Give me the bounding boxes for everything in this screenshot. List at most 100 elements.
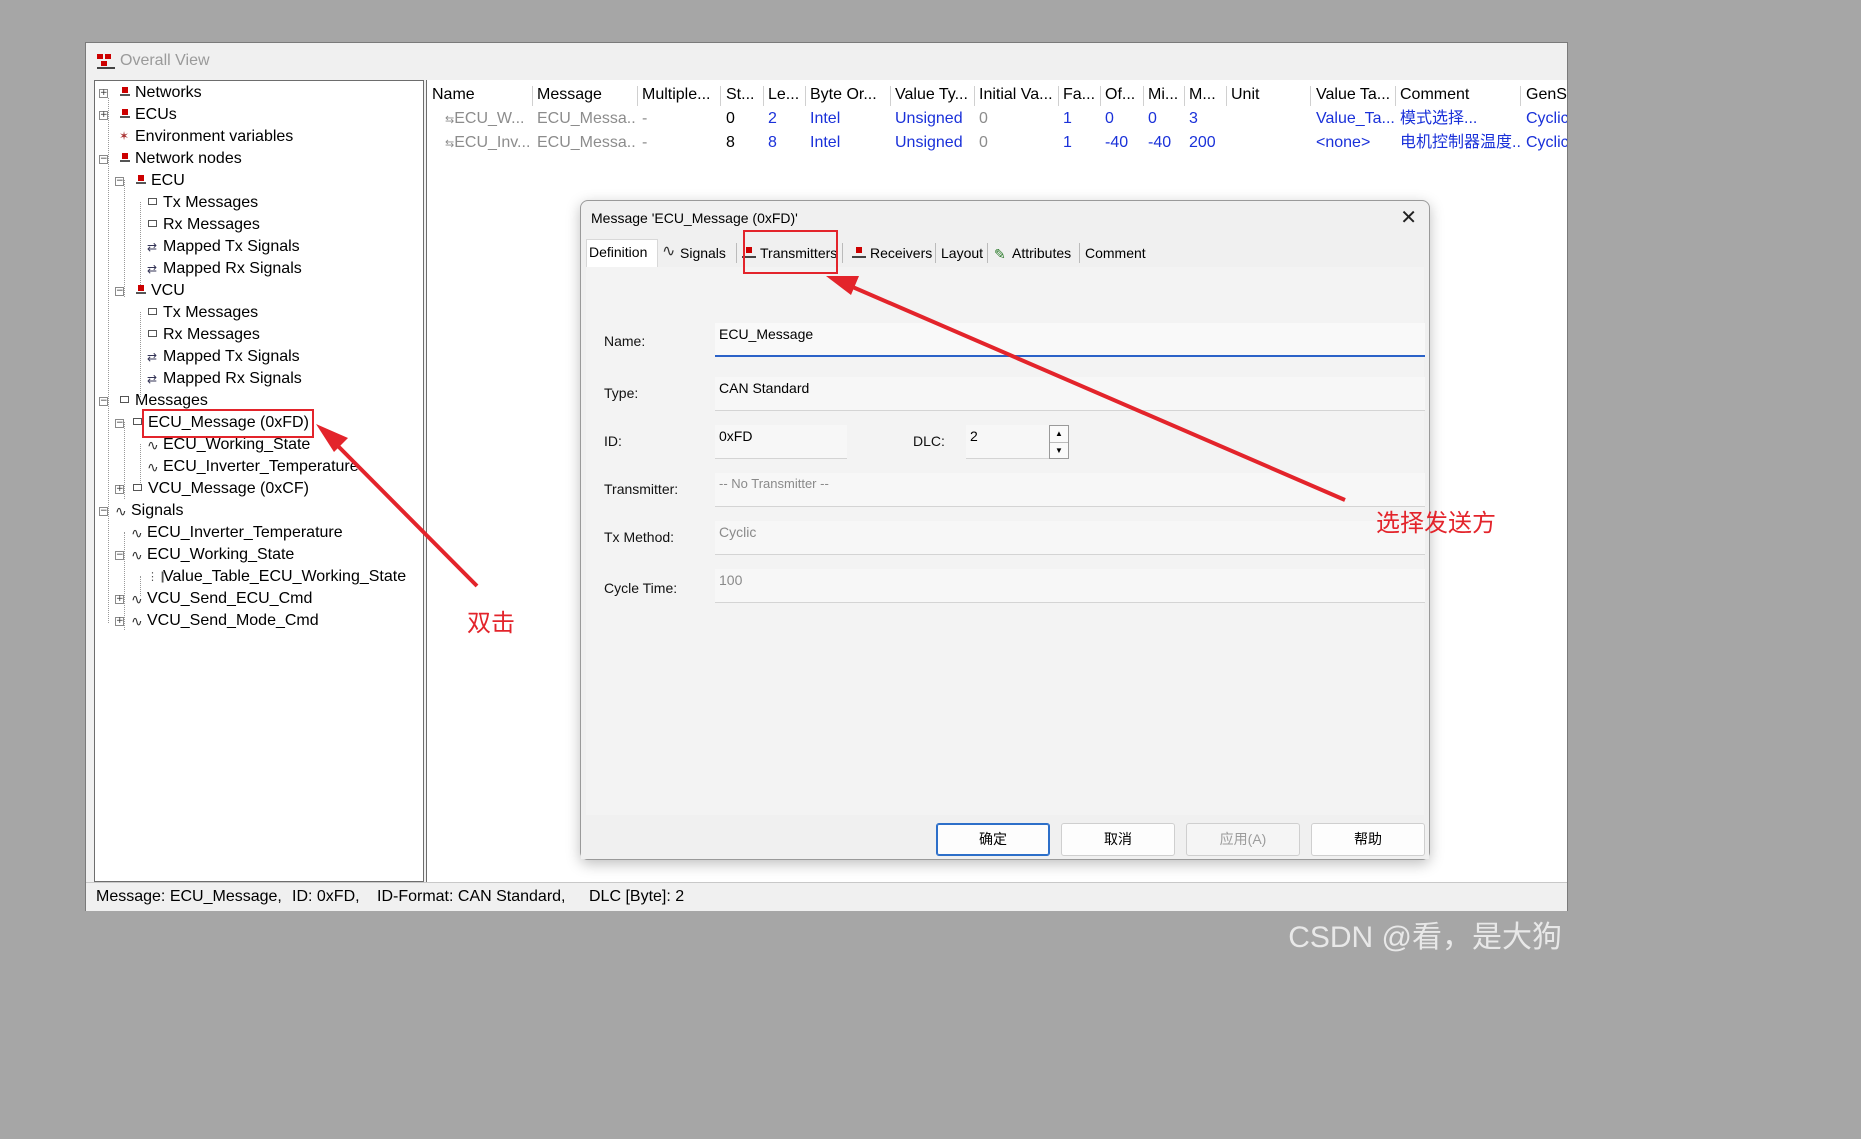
dlc-input[interactable]: 2 [966,425,1050,459]
column-header-gensig[interactable]: GenSi [1526,84,1567,106]
type-label: Type: [604,385,639,401]
status-bar: Message: ECU_Message, ID: 0xFD, ID-Forma… [86,882,1567,911]
name-input[interactable]: ECU_Message [715,323,1425,357]
title-bar: Overall View [86,43,1567,79]
message-dialog: Message 'ECU_Message (0xFD)' ✕ Definitio… [580,200,1430,860]
cancel-button[interactable]: 取消 [1061,823,1175,856]
column-header-comment[interactable]: Comment [1400,84,1518,106]
column-header-length[interactable]: Le... [768,84,804,106]
column-header-name[interactable]: Name [432,84,532,106]
ok-button[interactable]: 确定 [936,823,1050,856]
chevron-up-icon[interactable]: ▲ [1050,426,1068,443]
tab-definition[interactable]: Definition [586,239,658,267]
tree-item-ecu-tx-messages[interactable]: Tx Messages [147,192,258,214]
column-header-multiplexer[interactable]: Multiple... [642,84,722,106]
window-title: Overall View [120,52,210,69]
column-header-value-table[interactable]: Value Ta... [1316,84,1394,106]
definition-panel: Name: ECU_Message Type: CAN Standard ID:… [586,267,1425,815]
id-input[interactable]: 0xFD [715,425,847,459]
tab-layout[interactable]: Layout [939,241,985,265]
tab-signals[interactable]: Signals [660,240,728,265]
signals-tab-icon [662,240,676,264]
signal-icon [131,610,143,632]
dialog-title: Message 'ECU_Message (0xFD)' [591,210,798,226]
column-header-unit[interactable]: Unit [1231,84,1306,106]
node-icon [135,284,147,296]
signal-icon [147,456,159,478]
environment-variable-icon [119,125,131,147]
tab-receivers[interactable]: Receivers [850,241,934,265]
attributes-tab-icon [994,242,1008,266]
ecu-icon [119,108,131,120]
node-icon [135,174,147,186]
value-table-icon [147,566,167,588]
signal-icon [131,544,143,566]
message-icon [132,482,144,494]
name-label: Name: [604,333,646,349]
column-header-initial-value[interactable]: Initial Va... [979,84,1059,106]
tree-item-ecu-mapped-tx-signals[interactable]: Mapped Tx Signals [147,236,300,258]
annotation-select-transmitter: 选择发送方 [1376,510,1496,537]
column-header-maximum[interactable]: M... [1189,84,1225,106]
signal-link-icon: ⇆ [445,138,455,150]
column-header-minimum[interactable]: Mi... [1148,84,1184,106]
close-icon[interactable]: ✕ [1400,205,1417,230]
tx-method-select[interactable]: Cyclic [715,521,1425,555]
column-header-offset[interactable]: Of... [1105,84,1141,106]
column-header-byte-order[interactable]: Byte Or... [810,84,890,106]
tree-item-vcu-tx-messages[interactable]: Tx Messages [147,302,258,324]
column-header-message[interactable]: Message [537,84,635,106]
receiver-tab-icon [852,246,866,260]
cycle-time-label: Cycle Time: [604,580,678,596]
mapped-signal-icon [147,346,159,368]
highlight-transmitters-tab [743,230,838,274]
tree-item-ecu-mapped-rx-signals[interactable]: Mapped Rx Signals [147,258,302,280]
signal-icon [131,522,143,544]
transmitter-select[interactable]: -- No Transmitter -- [715,473,1425,507]
message-icon [147,196,159,208]
status-id-format: ID-Format: CAN Standard, [377,888,566,905]
transmitter-label: Transmitter: [604,481,679,497]
navigation-tree[interactable]: + Networks + ECUs Environment variables … [94,80,424,882]
network-node-icon [119,152,131,164]
tree-item-value-table[interactable]: Value_Table_ECU_Working_State [147,566,406,588]
type-select[interactable]: CAN Standard [715,377,1425,411]
message-icon [147,218,159,230]
tree-item-ecu-rx-messages[interactable]: Rx Messages [147,214,260,236]
mapped-signal-icon [147,368,159,390]
tx-method-label: Tx Method: [604,529,675,545]
tab-attributes[interactable]: Attributes [992,241,1073,266]
apply-button[interactable]: 应用(A) [1186,823,1300,856]
tree-item-signal-ecu-inverter-temperature[interactable]: ECU_Inverter_Temperature [131,522,343,544]
help-button[interactable]: 帮助 [1311,823,1425,856]
mapped-signal-icon [147,258,159,280]
status-dlc: DLC [Byte]: 2 [589,888,685,905]
cycle-time-input[interactable]: 100 [715,569,1425,603]
mapped-signal-icon [147,236,159,258]
message-icon [119,394,131,406]
id-label: ID: [604,433,622,449]
tree-item-vcu-rx-messages[interactable]: Rx Messages [147,324,260,346]
status-id: ID: 0xFD, [292,888,360,905]
chevron-down-icon[interactable]: ▼ [1050,443,1068,459]
column-header-startbit[interactable]: St... [726,84,762,106]
signal-icon [115,500,127,522]
watermark: CSDN @看，是大狗 [1288,921,1562,954]
tree-item-ecu-inverter-temperature-signal[interactable]: ECU_Inverter_Temperature [147,456,359,478]
column-header-value-type[interactable]: Value Ty... [895,84,975,106]
annotation-double-click: 双击 [467,610,515,637]
overall-view-icon [96,53,116,69]
status-message: Message: ECU_Message, [96,888,282,905]
signal-link-icon: ⇆ [445,114,455,126]
networks-icon [119,86,131,98]
tab-comment[interactable]: Comment [1083,241,1148,265]
dlc-label: DLC: [913,433,945,449]
signal-icon [131,588,143,610]
message-icon [147,306,159,318]
message-icon [147,328,159,340]
column-header-factor[interactable]: Fa... [1063,84,1099,106]
tree-item-vcu-mapped-tx-signals[interactable]: Mapped Tx Signals [147,346,300,368]
dlc-stepper[interactable]: ▲ ▼ [1049,425,1069,459]
signal-icon [147,434,159,456]
tree-item-vcu-mapped-rx-signals[interactable]: Mapped Rx Signals [147,368,302,390]
